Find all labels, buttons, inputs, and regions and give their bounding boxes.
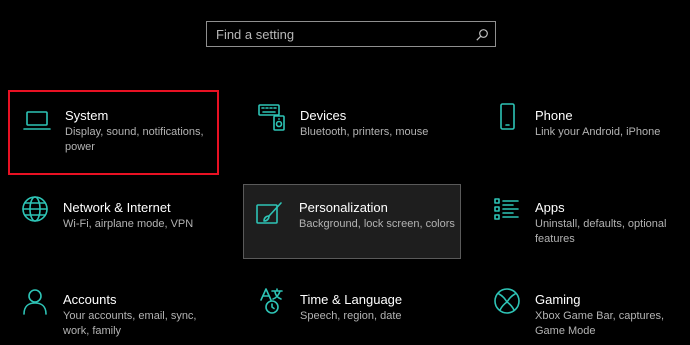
settings-tile-network[interactable]: Network & Internet Wi-Fi, airplane mode,… (8, 184, 223, 264)
laptop-icon (23, 111, 51, 130)
time-language-icon (260, 288, 283, 314)
settings-tile-devices[interactable]: Devices Bluetooth, printers, mouse (245, 92, 460, 172)
xbox-icon (494, 288, 520, 314)
tile-title: Network & Internet (63, 200, 171, 215)
tile-title: System (65, 108, 109, 123)
tile-description: Bluetooth, printers, mouse (300, 126, 429, 138)
tile-title: Accounts (63, 292, 117, 307)
tile-title: Phone (535, 108, 573, 123)
keyboard-speaker-icon (258, 104, 285, 131)
settings-tile-phone[interactable]: Phone Link your Android, iPhone (480, 92, 685, 172)
phone-icon (500, 103, 515, 130)
settings-tile-personalization[interactable]: Personalization Background, lock screen,… (243, 184, 461, 259)
tile-description: Display, sound, notifications, power (65, 126, 204, 153)
person-icon (23, 289, 47, 315)
settings-tile-system[interactable]: System Display, sound, notifications, po… (8, 90, 219, 175)
tile-title: Time & Language (300, 292, 403, 307)
search-input[interactable]: Find a setting (216, 27, 294, 42)
tile-description: Speech, region, date (300, 310, 402, 322)
paintbrush-icon (256, 202, 282, 224)
tile-description: Uninstall, defaults, optional features (535, 218, 667, 245)
tile-title: Apps (535, 200, 565, 215)
tile-description: Your accounts, email, sync, work, family (63, 310, 197, 337)
apps-list-icon (494, 198, 519, 220)
settings-tile-time-language[interactable]: Time & Language Speech, region, date (245, 276, 460, 345)
settings-tile-apps[interactable]: Apps Uninstall, defaults, optional featu… (480, 184, 685, 264)
tile-title: Gaming (535, 292, 581, 307)
tile-description: Wi-Fi, airplane mode, VPN (63, 218, 194, 230)
search-box[interactable]: Find a setting (206, 21, 496, 47)
tile-title: Devices (300, 108, 347, 123)
tile-description: Xbox Game Bar, captures, Game Mode (535, 310, 665, 337)
search-icon[interactable] (475, 28, 489, 42)
tile-description: Link your Android, iPhone (535, 126, 661, 138)
tile-title: Personalization (299, 200, 388, 215)
tile-description: Background, lock screen, colors (299, 218, 455, 230)
settings-tile-gaming[interactable]: Gaming Xbox Game Bar, captures, Game Mod… (480, 276, 685, 345)
globe-icon (22, 196, 48, 222)
settings-tile-accounts[interactable]: Accounts Your accounts, email, sync, wor… (8, 276, 223, 345)
